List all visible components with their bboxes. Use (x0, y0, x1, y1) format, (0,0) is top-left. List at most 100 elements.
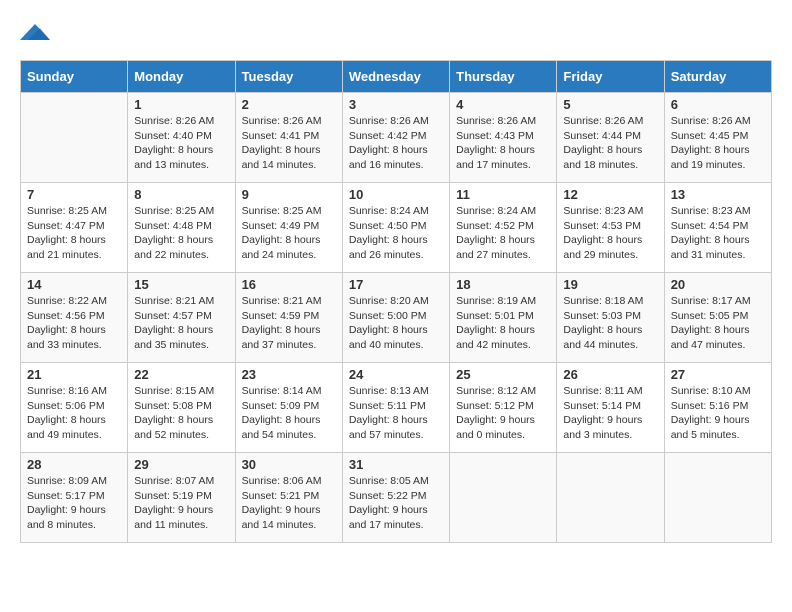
calendar-cell: 3Sunrise: 8:26 AM Sunset: 4:42 PM Daylig… (342, 93, 449, 183)
calendar-cell (664, 453, 771, 543)
weekday-header-sunday: Sunday (21, 61, 128, 93)
day-number: 21 (27, 367, 121, 382)
day-info: Sunrise: 8:16 AM Sunset: 5:06 PM Dayligh… (27, 384, 121, 443)
calendar-cell: 24 Sunrise: 8:13 AM Sunset: 5:11 PM Dayli… (342, 363, 449, 453)
day-info: Sunrise: 8:26 AM Sunset: 4:45 PM Dayligh… (671, 114, 765, 173)
weekday-row: SundayMondayTuesdayWednesdayThursdayFrid… (21, 61, 772, 93)
logo (20, 20, 54, 44)
day-info: Sunrise: 8:25 AM Sunset: 4:47 PM Dayligh… (27, 204, 121, 263)
calendar-cell: 17 Sunrise: 8:20 AM Sunset: 5:00 PM Dayli… (342, 273, 449, 363)
calendar-cell: 20 Sunrise: 8:17 AM Sunset: 5:05 PM Dayli… (664, 273, 771, 363)
day-info: Sunrise: 8:14 AM Sunset: 5:09 PM Dayligh… (242, 384, 336, 443)
day-number: 3 (349, 97, 443, 112)
weekday-header-wednesday: Wednesday (342, 61, 449, 93)
day-info: Sunrise: 8:26 AM Sunset: 4:40 PM Dayligh… (134, 114, 228, 173)
calendar-cell: 7 Sunrise: 8:25 AM Sunset: 4:47 PM Daylig… (21, 183, 128, 273)
day-info: Sunrise: 8:26 AM Sunset: 4:43 PM Dayligh… (456, 114, 550, 173)
day-info: Sunrise: 8:23 AM Sunset: 4:53 PM Dayligh… (563, 204, 657, 263)
calendar-week-1: 1 Sunrise: 8:26 AM Sunset: 4:40 PM Daylig… (21, 93, 772, 183)
day-info: Sunrise: 8:26 AM Sunset: 4:44 PM Dayligh… (563, 114, 657, 173)
day-info: Sunrise: 8:11 AM Sunset: 5:14 PM Dayligh… (563, 384, 657, 443)
day-info: Sunrise: 8:13 AM Sunset: 5:11 PM Dayligh… (349, 384, 443, 443)
day-info: Sunrise: 8:06 AM Sunset: 5:21 PM Dayligh… (242, 474, 336, 533)
day-info: Sunrise: 8:22 AM Sunset: 4:56 PM Dayligh… (27, 294, 121, 353)
day-number: 14 (27, 277, 121, 292)
weekday-header-saturday: Saturday (664, 61, 771, 93)
day-number: 6 (671, 97, 765, 112)
calendar-cell: 1 Sunrise: 8:26 AM Sunset: 4:40 PM Daylig… (128, 93, 235, 183)
calendar-cell: 18Sunrise: 8:19 AM Sunset: 5:01 PM Dayli… (450, 273, 557, 363)
day-number: 24 (349, 367, 443, 382)
calendar-week-5: 28 Sunrise: 8:09 AM Sunset: 5:17 PM Dayli… (21, 453, 772, 543)
day-number: 29 (134, 457, 228, 472)
calendar-cell (557, 453, 664, 543)
weekday-header-friday: Friday (557, 61, 664, 93)
day-info: Sunrise: 8:10 AM Sunset: 5:16 PM Dayligh… (671, 384, 765, 443)
day-number: 2 (242, 97, 336, 112)
day-info: Sunrise: 8:07 AM Sunset: 5:19 PM Dayligh… (134, 474, 228, 533)
calendar-cell: 14 Sunrise: 8:22 AM Sunset: 4:56 PM Dayli… (21, 273, 128, 363)
day-info: Sunrise: 8:25 AM Sunset: 4:48 PM Dayligh… (134, 204, 228, 263)
calendar-cell: 26Sunrise: 8:11 AM Sunset: 5:14 PM Dayli… (557, 363, 664, 453)
day-number: 9 (242, 187, 336, 202)
day-number: 4 (456, 97, 550, 112)
day-info: Sunrise: 8:05 AM Sunset: 5:22 PM Dayligh… (349, 474, 443, 533)
calendar-cell: 9 Sunrise: 8:25 AM Sunset: 4:49 PM Daylig… (235, 183, 342, 273)
day-number: 31 (349, 457, 443, 472)
calendar-header: SundayMondayTuesdayWednesdayThursdayFrid… (21, 61, 772, 93)
day-info: Sunrise: 8:24 AM Sunset: 4:50 PM Dayligh… (349, 204, 443, 263)
day-info: Sunrise: 8:18 AM Sunset: 5:03 PM Dayligh… (563, 294, 657, 353)
day-number: 28 (27, 457, 121, 472)
day-info: Sunrise: 8:09 AM Sunset: 5:17 PM Dayligh… (27, 474, 121, 533)
day-info: Sunrise: 8:21 AM Sunset: 4:57 PM Dayligh… (134, 294, 228, 353)
day-number: 13 (671, 187, 765, 202)
calendar-cell: 23Sunrise: 8:14 AM Sunset: 5:09 PM Dayli… (235, 363, 342, 453)
calendar-cell: 27 Sunrise: 8:10 AM Sunset: 5:16 PM Dayli… (664, 363, 771, 453)
calendar-cell: 5 Sunrise: 8:26 AM Sunset: 4:44 PM Daylig… (557, 93, 664, 183)
calendar-cell: 6 Sunrise: 8:26 AM Sunset: 4:45 PM Daylig… (664, 93, 771, 183)
day-info: Sunrise: 8:25 AM Sunset: 4:49 PM Dayligh… (242, 204, 336, 263)
calendar-cell: 10Sunrise: 8:24 AM Sunset: 4:50 PM Dayli… (342, 183, 449, 273)
calendar-cell: 2 Sunrise: 8:26 AM Sunset: 4:41 PM Daylig… (235, 93, 342, 183)
day-number: 22 (134, 367, 228, 382)
calendar-cell: 28 Sunrise: 8:09 AM Sunset: 5:17 PM Dayli… (21, 453, 128, 543)
calendar-table: SundayMondayTuesdayWednesdayThursdayFrid… (20, 60, 772, 543)
calendar-cell: 19 Sunrise: 8:18 AM Sunset: 5:03 PM Dayli… (557, 273, 664, 363)
day-info: Sunrise: 8:12 AM Sunset: 5:12 PM Dayligh… (456, 384, 550, 443)
day-number: 15 (134, 277, 228, 292)
calendar-cell: 12 Sunrise: 8:23 AM Sunset: 4:53 PM Dayli… (557, 183, 664, 273)
calendar-cell: 13 Sunrise: 8:23 AM Sunset: 4:54 PM Dayli… (664, 183, 771, 273)
day-info: Sunrise: 8:19 AM Sunset: 5:01 PM Dayligh… (456, 294, 550, 353)
calendar-cell: 25 Sunrise: 8:12 AM Sunset: 5:12 PM Dayli… (450, 363, 557, 453)
calendar-week-2: 7 Sunrise: 8:25 AM Sunset: 4:47 PM Daylig… (21, 183, 772, 273)
day-number: 7 (27, 187, 121, 202)
calendar-cell (21, 93, 128, 183)
calendar-cell (450, 453, 557, 543)
day-number: 25 (456, 367, 550, 382)
day-number: 16 (242, 277, 336, 292)
header (20, 20, 772, 44)
day-info: Sunrise: 8:23 AM Sunset: 4:54 PM Dayligh… (671, 204, 765, 263)
day-info: Sunrise: 8:24 AM Sunset: 4:52 PM Dayligh… (456, 204, 550, 263)
day-number: 12 (563, 187, 657, 202)
calendar-cell: 31 Sunrise: 8:05 AM Sunset: 5:22 PM Dayli… (342, 453, 449, 543)
day-info: Sunrise: 8:26 AM Sunset: 4:41 PM Dayligh… (242, 114, 336, 173)
day-number: 1 (134, 97, 228, 112)
calendar-cell: 8Sunrise: 8:25 AM Sunset: 4:48 PM Daylig… (128, 183, 235, 273)
day-info: Sunrise: 8:17 AM Sunset: 5:05 PM Dayligh… (671, 294, 765, 353)
day-number: 27 (671, 367, 765, 382)
calendar-cell: 11 Sunrise: 8:24 AM Sunset: 4:52 PM Dayli… (450, 183, 557, 273)
day-info: Sunrise: 8:21 AM Sunset: 4:59 PM Dayligh… (242, 294, 336, 353)
calendar-cell: 21 Sunrise: 8:16 AM Sunset: 5:06 PM Dayli… (21, 363, 128, 453)
day-number: 11 (456, 187, 550, 202)
logo-icon (20, 20, 50, 44)
day-number: 19 (563, 277, 657, 292)
day-number: 20 (671, 277, 765, 292)
calendar-cell: 15 Sunrise: 8:21 AM Sunset: 4:57 PM Dayli… (128, 273, 235, 363)
calendar-cell: 16 Sunrise: 8:21 AM Sunset: 4:59 PM Dayli… (235, 273, 342, 363)
day-number: 5 (563, 97, 657, 112)
weekday-header-thursday: Thursday (450, 61, 557, 93)
day-number: 17 (349, 277, 443, 292)
day-info: Sunrise: 8:20 AM Sunset: 5:00 PM Dayligh… (349, 294, 443, 353)
calendar-week-4: 21 Sunrise: 8:16 AM Sunset: 5:06 PM Dayli… (21, 363, 772, 453)
